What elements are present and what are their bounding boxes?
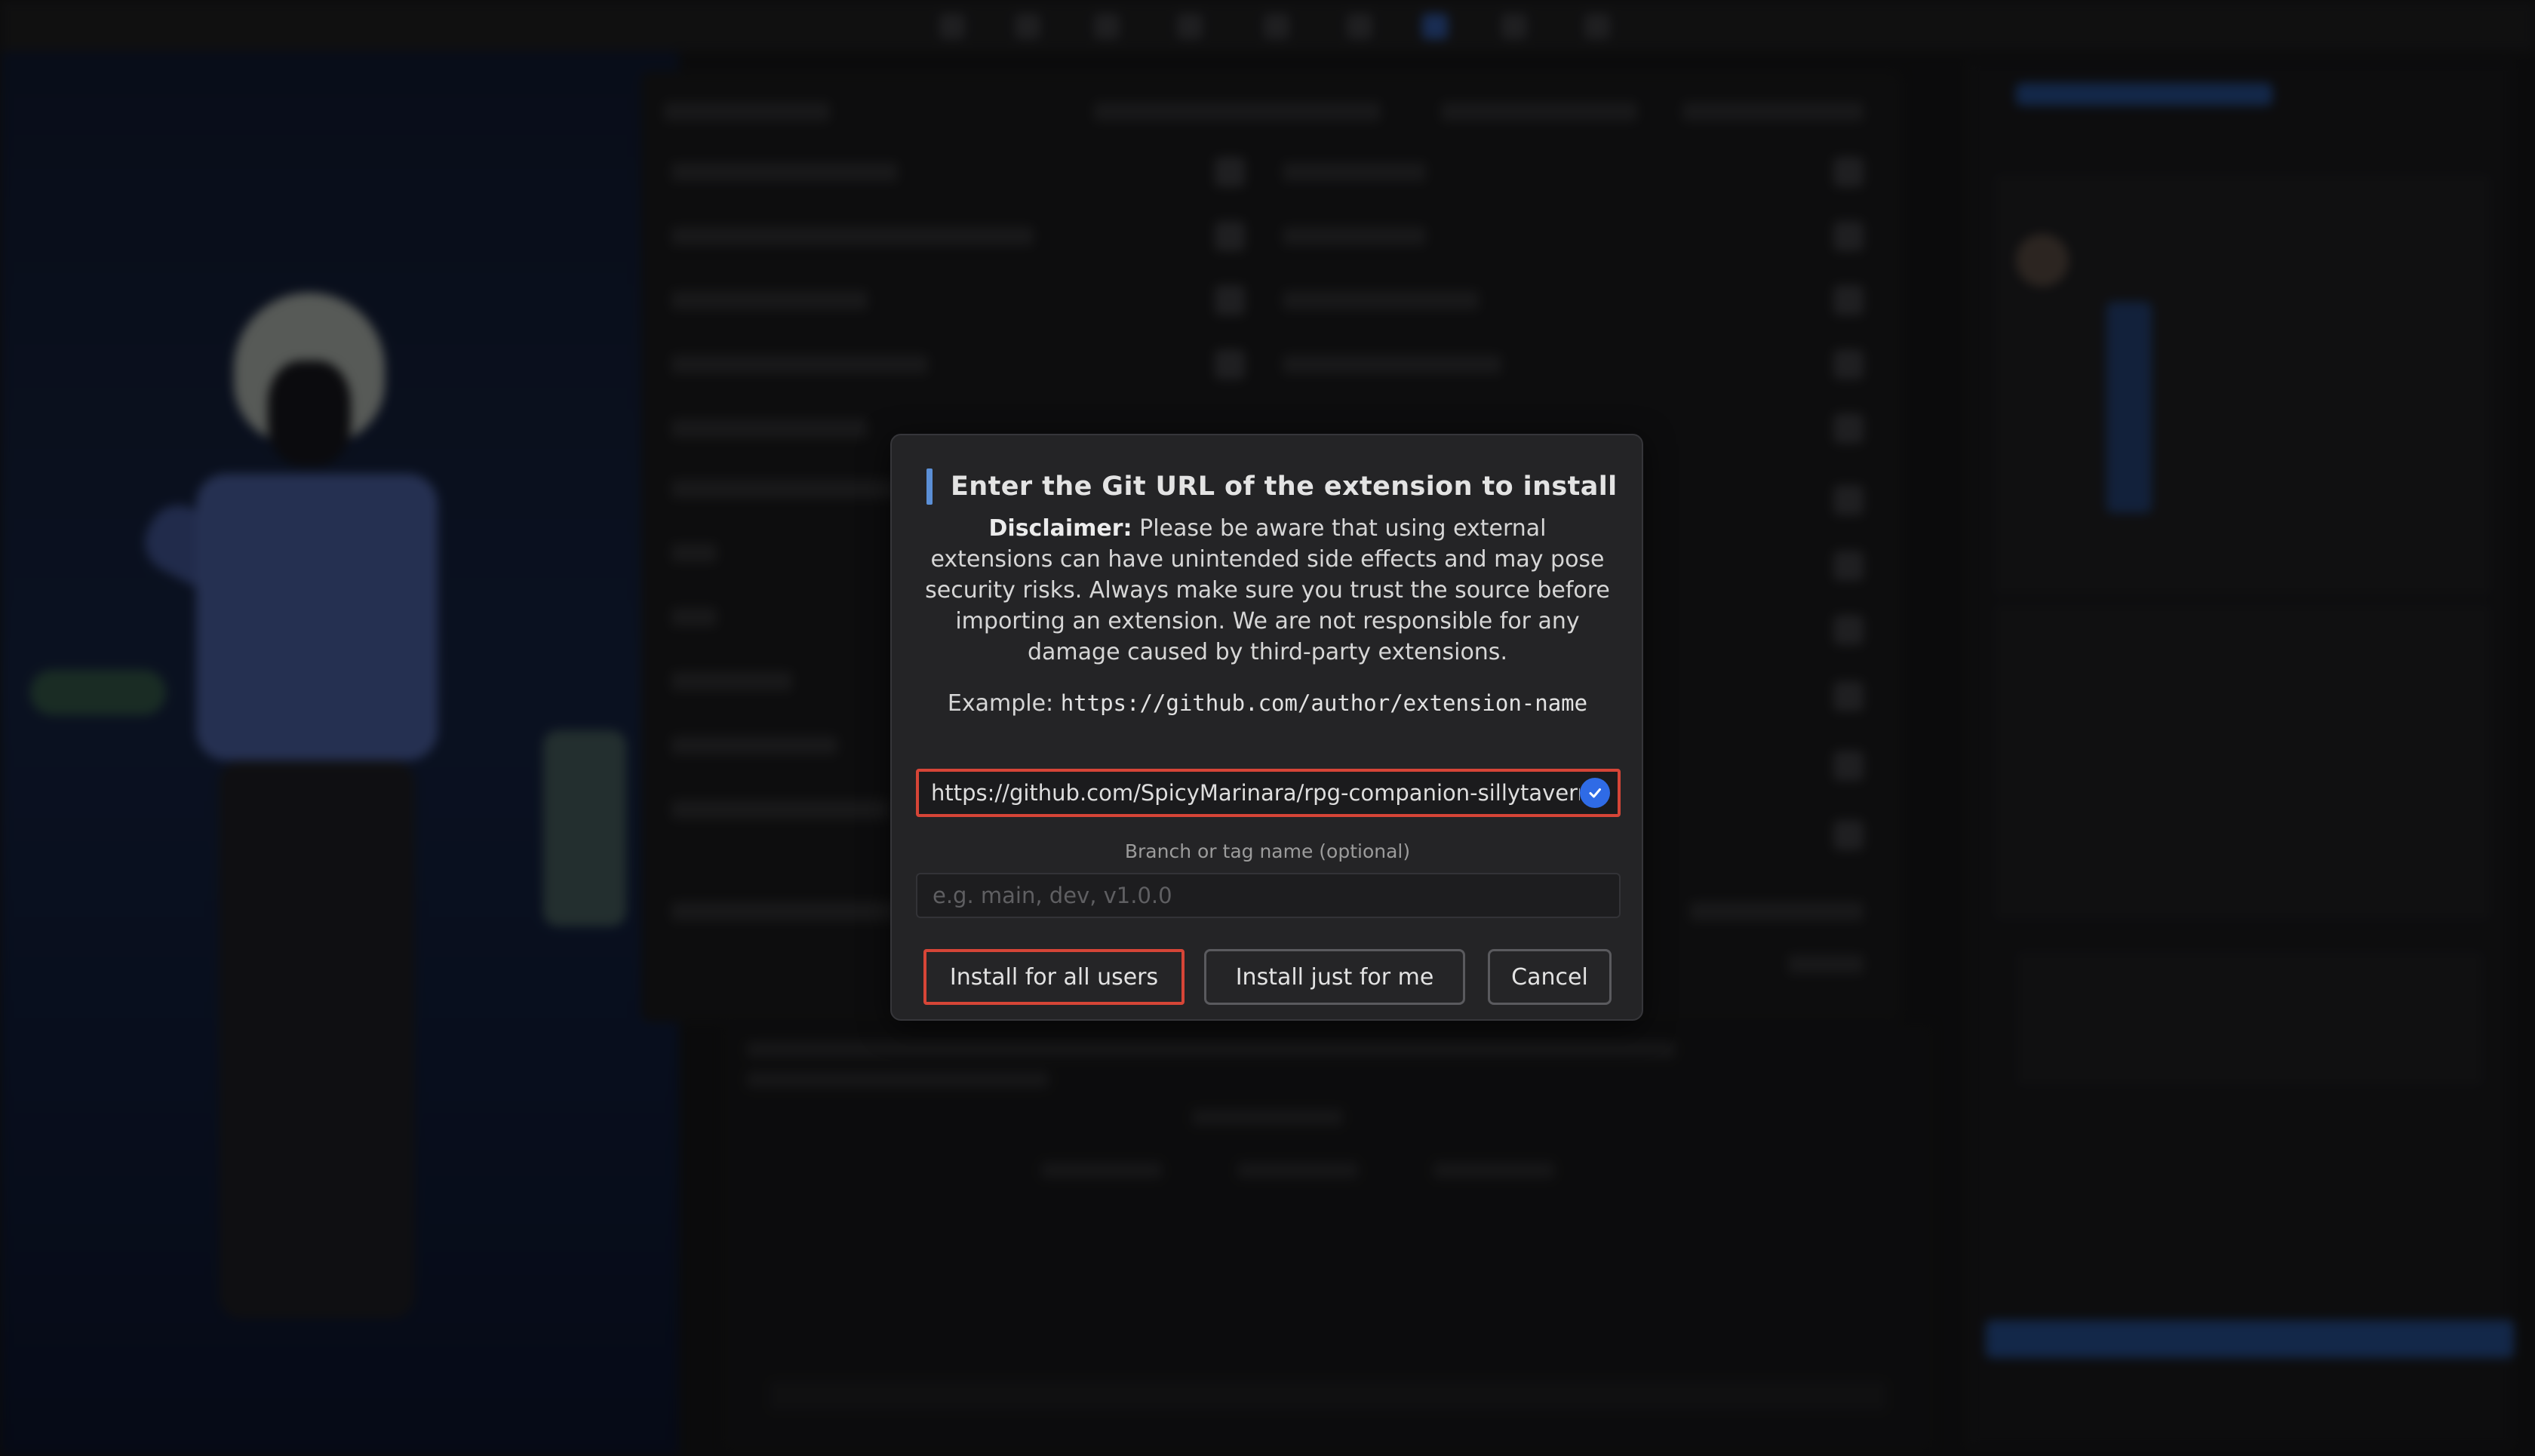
git-url-value[interactable]: https://github.com/SpicyMarinara/rpg-com… [919, 780, 1580, 806]
example-label: Example: [947, 690, 1054, 717]
disclaimer-text: Disclaimer: Please be aware that using e… [925, 513, 1610, 668]
branch-input[interactable] [916, 873, 1621, 918]
git-url-input[interactable]: https://github.com/SpicyMarinara/rpg-com… [916, 769, 1621, 817]
branch-label: Branch or tag name (optional) [1124, 840, 1411, 862]
app-screen: Enter the Git URL of the extension to in… [0, 0, 2535, 1456]
cancel-button[interactable]: Cancel [1488, 949, 1612, 1005]
dialog-title: Enter the Git URL of the extension to in… [951, 472, 1618, 502]
check-circle-icon [1580, 778, 1610, 808]
install-extension-dialog: Enter the Git URL of the extension to in… [890, 434, 1643, 1021]
install-all-users-button[interactable]: Install for all users [923, 949, 1185, 1005]
title-accent-bar [926, 468, 933, 505]
example-url: https://github.com/author/extension-name [1060, 690, 1588, 716]
install-just-for-me-button[interactable]: Install just for me [1204, 949, 1465, 1005]
dialog-header: Enter the Git URL of the extension to in… [926, 468, 1618, 505]
example-line: Example: https://github.com/author/exten… [892, 690, 1643, 717]
disclaimer-label: Disclaimer: [988, 515, 1132, 542]
